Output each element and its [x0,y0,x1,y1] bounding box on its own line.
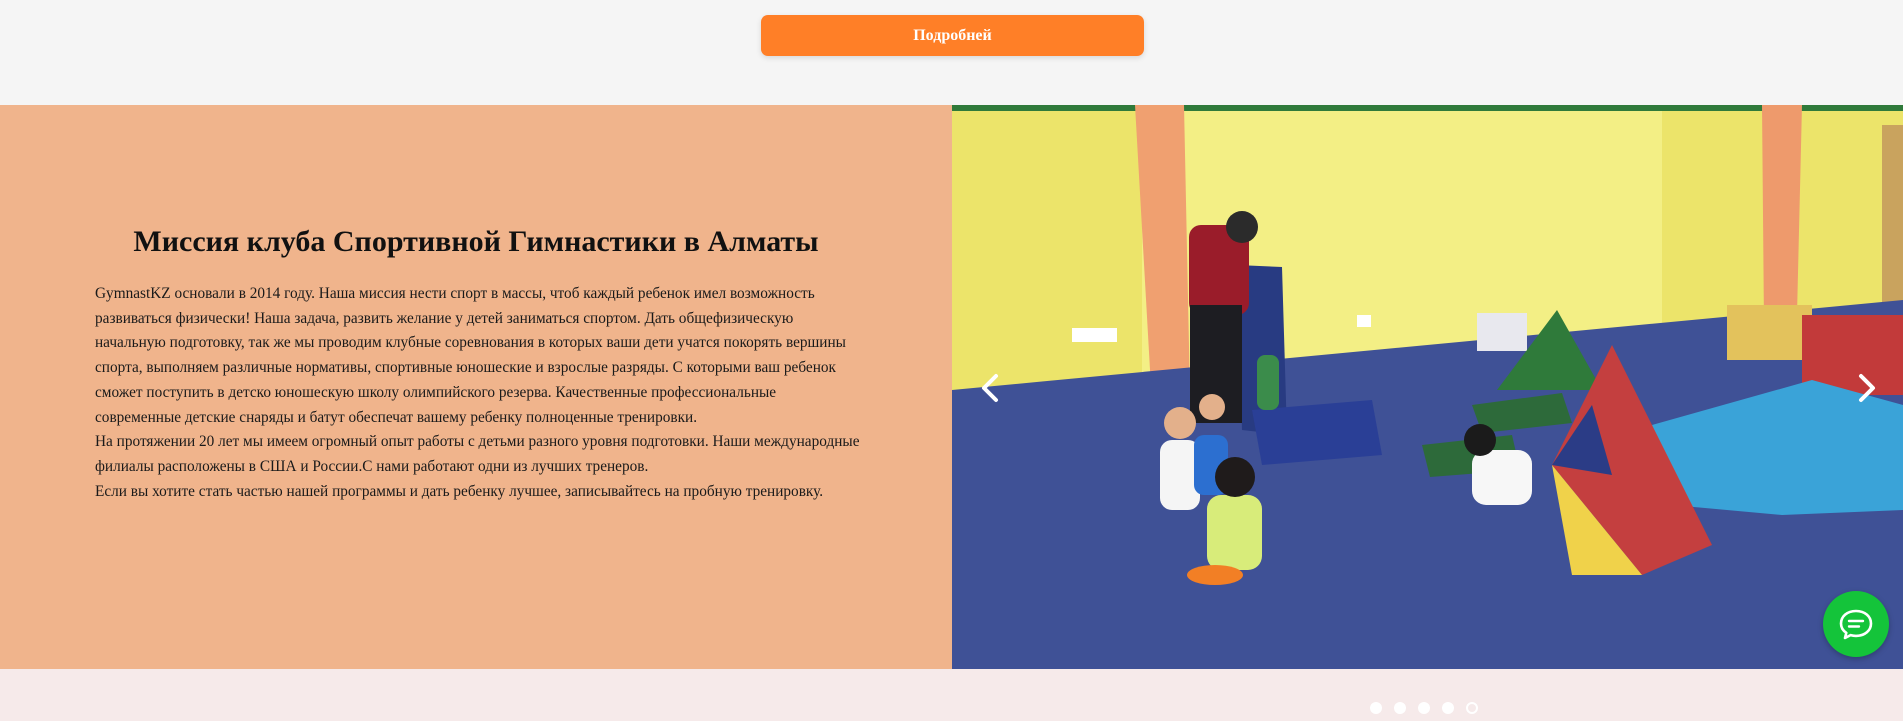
wall-outlet [1072,328,1117,342]
bottom-section [0,669,1903,721]
photo-slider[interactable] [952,105,1903,669]
slider-dot[interactable] [1370,702,1382,714]
slider-dot[interactable] [1442,702,1454,714]
coach-head [1226,211,1258,243]
slider-prev-button[interactable] [972,370,1008,406]
wall-outlet [1357,315,1371,327]
mission-text: GymnastKZ основали в 2014 году. Наша мис… [95,282,865,504]
top-section: Подробней [0,0,1903,105]
child-figure [1257,355,1279,410]
slider-pagination [1370,702,1478,714]
child-head [1164,407,1196,439]
mission-paragraph: На протяжении 20 лет мы имеем огромный о… [95,433,860,475]
soft-block [1727,305,1812,360]
chevron-right-icon [1859,374,1875,402]
mission-section: Миссия клуба Спортивной Гимнастики в Алм… [0,105,952,669]
child-head [1199,394,1225,420]
ceiling-trim [952,105,1903,111]
chat-bubble-icon [1839,609,1873,640]
child-figure [1472,450,1532,505]
child-head [1215,457,1255,497]
mission-paragraph: GymnastKZ основали в 2014 году. Наша мис… [95,285,846,426]
wall-pillar [1762,105,1802,325]
slider-dot[interactable] [1394,702,1406,714]
chat-button[interactable] [1823,591,1889,657]
orange-disc [1187,565,1243,585]
more-button[interactable]: Подробней [761,15,1144,56]
radiator [1477,313,1527,351]
slide-photo [952,105,1903,669]
chevron-left-icon [982,374,998,402]
slider-dot-active[interactable] [1466,702,1478,714]
child-figure [1207,495,1262,570]
child-head [1464,424,1496,456]
slider-next-button[interactable] [1849,370,1885,406]
mission-paragraph: Если вы хотите стать частью нашей програ… [95,482,824,500]
mission-title: Миссия клуба Спортивной Гимнастики в Алм… [133,225,819,258]
slider-dot[interactable] [1418,702,1430,714]
